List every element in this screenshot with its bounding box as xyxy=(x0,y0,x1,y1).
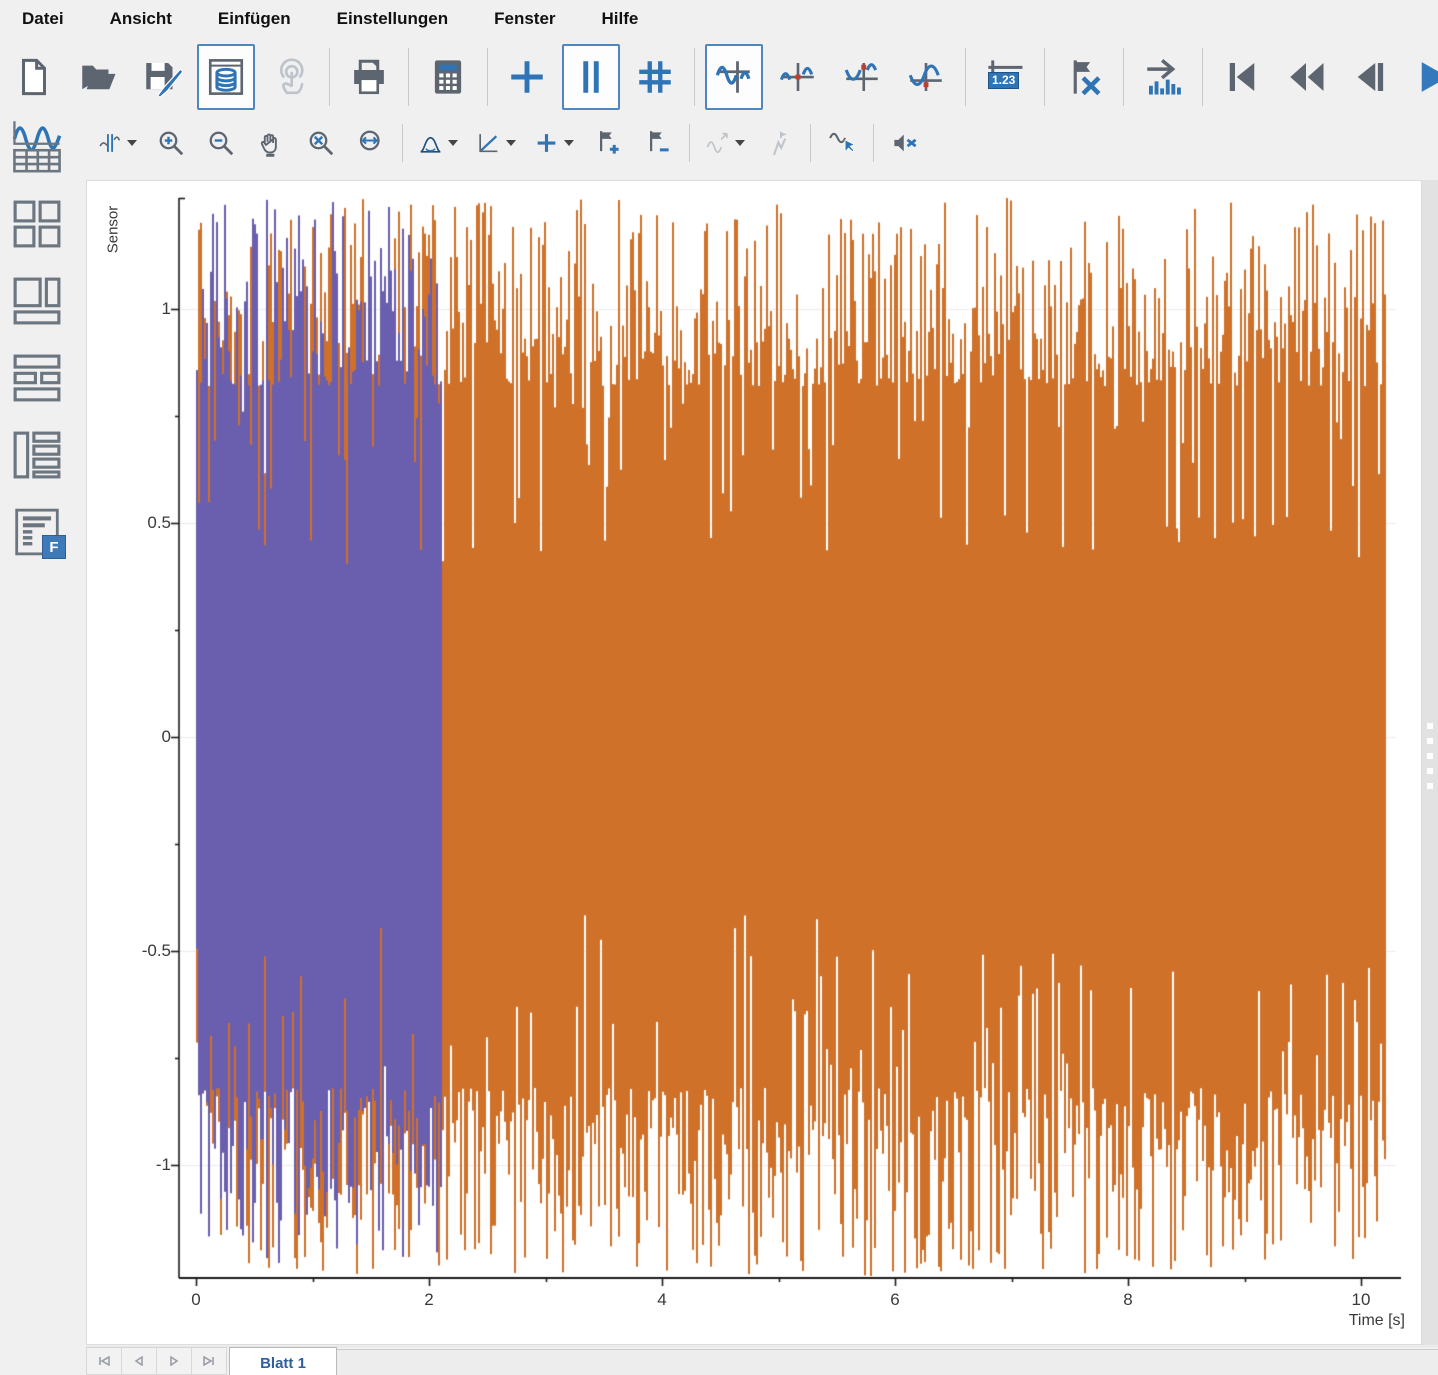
layout-rows-split-button[interactable] xyxy=(6,347,68,409)
x-axis-tick-label: 0 xyxy=(191,1290,201,1309)
snap-min-button[interactable] xyxy=(897,44,955,110)
slope-button[interactable] xyxy=(470,119,522,167)
toolbar-separator xyxy=(873,124,874,162)
sheet-prev-button[interactable] xyxy=(122,1347,157,1375)
sheet-first-button[interactable] xyxy=(86,1347,122,1375)
toolbar-separator xyxy=(694,48,695,106)
snap-max-button[interactable] xyxy=(833,44,891,110)
flag-remove-button[interactable] xyxy=(636,119,680,167)
layout-grid-2x2-button[interactable] xyxy=(6,193,68,255)
pick-curve-button[interactable] xyxy=(820,119,864,167)
y-axis-title: Sensor xyxy=(104,205,122,254)
report-formula-button[interactable]: F xyxy=(6,501,68,563)
y-axis-tick-label: 0 xyxy=(161,727,171,746)
grip-dot xyxy=(1427,738,1433,744)
sheet-next-button[interactable] xyxy=(157,1347,192,1375)
layout-sidebar: F xyxy=(0,116,84,578)
envelope-button[interactable] xyxy=(412,119,464,167)
menu-datei[interactable]: Datei xyxy=(8,5,78,33)
toolbar-separator xyxy=(1044,48,1045,106)
toolbar-separator xyxy=(329,48,330,106)
view-curve-table-button[interactable] xyxy=(6,116,68,178)
chevron-down-icon xyxy=(448,140,458,146)
fit-curve-button[interactable] xyxy=(699,119,751,167)
chevron-down-icon xyxy=(506,140,516,146)
toolbar-separator xyxy=(689,124,690,162)
flag-add-button[interactable] xyxy=(586,119,630,167)
x-axis-tick-label: 10 xyxy=(1351,1290,1371,1309)
grip-dot xyxy=(1427,723,1433,729)
data-manager-button[interactable] xyxy=(197,44,255,110)
menu-hilfe[interactable]: Hilfe xyxy=(588,5,653,33)
menu-ansicht[interactable]: Ansicht xyxy=(96,5,186,33)
y-axis-tick-label: -0.5 xyxy=(141,941,171,960)
toolbar-separator xyxy=(810,124,811,162)
y-axis-tick-label: 1 xyxy=(161,299,171,318)
panel-splitter[interactable] xyxy=(1422,180,1438,1345)
toolbar-separator xyxy=(1123,48,1124,106)
touch-mode-button[interactable] xyxy=(261,44,319,110)
toolbar-separator xyxy=(487,48,488,106)
open-folder-button[interactable] xyxy=(69,44,127,110)
toolbar-separator xyxy=(402,124,403,162)
delete-flags-button[interactable] xyxy=(1055,44,1113,110)
cursor-double-button[interactable] xyxy=(562,44,620,110)
add-point-button[interactable] xyxy=(528,119,580,167)
sheet-tab-bar: Blatt 1 xyxy=(86,1346,1438,1375)
layout-main-side-bottom-button[interactable] xyxy=(6,270,68,332)
save-edit-button[interactable] xyxy=(133,44,191,110)
plot-panel: Sensor Time [s] 1 0.5 0 -0.5 -1 0 2 4 6 8 10 xyxy=(86,180,1422,1345)
nav-rewind-button[interactable] xyxy=(1277,44,1335,110)
calculator-button[interactable] xyxy=(419,44,477,110)
wave-cursor-button[interactable] xyxy=(705,44,763,110)
nav-step-back-button[interactable] xyxy=(1341,44,1399,110)
sheet-tab-blatt1[interactable]: Blatt 1 xyxy=(229,1347,337,1375)
toolbar-separator xyxy=(408,48,409,106)
tab-strip-empty xyxy=(337,1349,1438,1375)
y-axis-tick-label: 0.5 xyxy=(147,513,171,532)
grip-dot xyxy=(1427,753,1433,759)
flag-fit-button[interactable] xyxy=(757,119,801,167)
print-button[interactable] xyxy=(340,44,398,110)
new-file-button[interactable] xyxy=(5,44,63,110)
layout-list-button[interactable] xyxy=(6,424,68,486)
nav-first-button[interactable] xyxy=(1213,44,1271,110)
x-axis-title: Time [s] xyxy=(1348,1312,1405,1329)
chevron-down-icon xyxy=(127,140,137,146)
grip-dot xyxy=(1427,768,1433,774)
x-axis-tick-label: 6 xyxy=(890,1290,900,1309)
numeric-display-button[interactable]: 1.23 xyxy=(976,44,1034,110)
export-stats-button[interactable] xyxy=(1134,44,1192,110)
zoom-out-button[interactable] xyxy=(199,119,243,167)
cursor-single-button[interactable] xyxy=(498,44,556,110)
x-axis-tick-label: 2 xyxy=(424,1290,434,1309)
numeric-display-label: 1.23 xyxy=(988,72,1020,89)
play-button[interactable] xyxy=(1405,44,1438,110)
sheet-last-button[interactable] xyxy=(192,1347,227,1375)
chevron-down-icon xyxy=(735,140,745,146)
menu-einstellungen[interactable]: Einstellungen xyxy=(323,5,462,33)
menu-einfuegen[interactable]: Einfügen xyxy=(204,5,305,33)
zoom-reset-button[interactable] xyxy=(299,119,343,167)
y-axis-tick-label: -1 xyxy=(155,1155,171,1174)
menu-fenster[interactable]: Fenster xyxy=(480,5,569,33)
snap-edge-button[interactable] xyxy=(769,44,827,110)
cursor-grid-button[interactable] xyxy=(626,44,684,110)
menu-bar: Datei Ansicht Einfügen Einstellungen Fen… xyxy=(0,0,1438,37)
mute-button[interactable] xyxy=(883,119,927,167)
main-toolbar: 1.23 xyxy=(0,39,1438,115)
grip-dot xyxy=(1427,783,1433,789)
toolbar-separator xyxy=(1202,48,1203,106)
x-axis-tick-label: 4 xyxy=(657,1290,667,1309)
zoom-toolbar xyxy=(88,116,930,170)
zoom-back-button[interactable] xyxy=(349,119,393,167)
formula-badge: F xyxy=(42,535,66,559)
chevron-down-icon xyxy=(564,140,574,146)
cursor-config-button[interactable] xyxy=(91,119,143,167)
zoom-in-button[interactable] xyxy=(149,119,193,167)
x-axis-tick-label: 8 xyxy=(1123,1290,1133,1309)
waveform-plot[interactable] xyxy=(87,181,1421,1344)
pan-hand-button[interactable] xyxy=(249,119,293,167)
toolbar-separator xyxy=(965,48,966,106)
